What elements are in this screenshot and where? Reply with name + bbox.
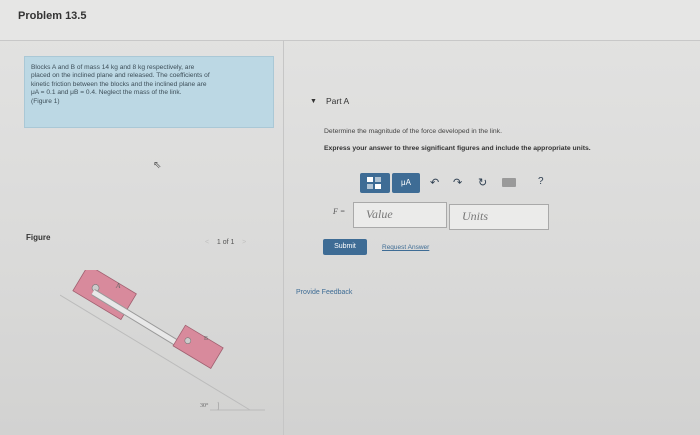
mouse-cursor-icon: ⇖ <box>153 160 162 171</box>
units-placeholder: Units <box>462 209 489 223</box>
request-answer-link[interactable]: Request Answer <box>382 244 429 251</box>
value-input[interactable]: Value <box>353 202 447 228</box>
problem-line: placed on the inclined plane and release… <box>31 72 210 80</box>
template-grid-icon <box>367 177 381 189</box>
pager-next-icon[interactable]: > <box>242 239 246 246</box>
units-input[interactable]: Units <box>449 204 549 230</box>
figure-pager: < 1 of 1 > <box>205 239 246 246</box>
redo-icon[interactable]: ↷ <box>453 176 462 189</box>
figure-label: Figure <box>26 233 51 242</box>
block-b-label: B <box>204 336 208 342</box>
block-b-body <box>172 324 224 370</box>
keyboard-icon[interactable] <box>502 178 516 187</box>
part-label[interactable]: Part A <box>326 96 349 106</box>
figure-link[interactable]: (Figure 1) <box>31 98 267 106</box>
provide-feedback-link[interactable]: Provide Feedback <box>296 289 352 296</box>
problem-statement: Blocks A and B of mass 14 kg and 8 kg re… <box>24 56 274 128</box>
link-rod-inner <box>91 289 187 351</box>
pager-prev-icon[interactable]: < <box>205 239 209 246</box>
submit-button[interactable]: Submit <box>323 239 367 255</box>
page: Problem 13.5 Blocks A and B of mass 14 k… <box>0 0 700 435</box>
problem-text: Blocks A and B of mass 14 kg and 8 kg re… <box>31 64 267 106</box>
units-button[interactable]: μA <box>392 173 420 193</box>
angle-arc <box>217 401 219 411</box>
pager-text: 1 of 1 <box>216 239 235 246</box>
header-bar: Problem 13.5 <box>0 0 700 41</box>
answer-toolbar: μA ↶ ↷ ↻ ? <box>360 173 550 193</box>
reset-icon[interactable]: ↻ <box>478 176 487 189</box>
panel-divider <box>283 40 284 435</box>
angle-label: 30° <box>200 402 209 409</box>
templates-button[interactable] <box>360 173 390 193</box>
incline-figure: A B 30° <box>60 270 265 411</box>
problem-line: μA = 0.1 and μB = 0.4. Neglect the mass … <box>31 89 182 97</box>
problem-line: kinetic friction between the blocks and … <box>31 80 207 88</box>
collapse-caret-icon[interactable]: ▼ <box>310 98 317 105</box>
problem-line: Blocks A and B of mass 14 kg and 8 kg re… <box>31 64 195 71</box>
question-prompt: Determine the magnitude of the force dev… <box>324 128 502 135</box>
undo-icon[interactable]: ↶ <box>430 176 439 189</box>
help-icon[interactable]: ? <box>538 176 544 187</box>
answer-instructions: Express your answer to three significant… <box>324 145 591 152</box>
variable-label: F = <box>333 207 346 216</box>
block-b <box>172 324 224 370</box>
page-title: Problem 13.5 <box>18 10 87 22</box>
incline-surface <box>60 294 251 411</box>
value-placeholder: Value <box>366 207 393 221</box>
block-a-label: A <box>115 282 121 290</box>
